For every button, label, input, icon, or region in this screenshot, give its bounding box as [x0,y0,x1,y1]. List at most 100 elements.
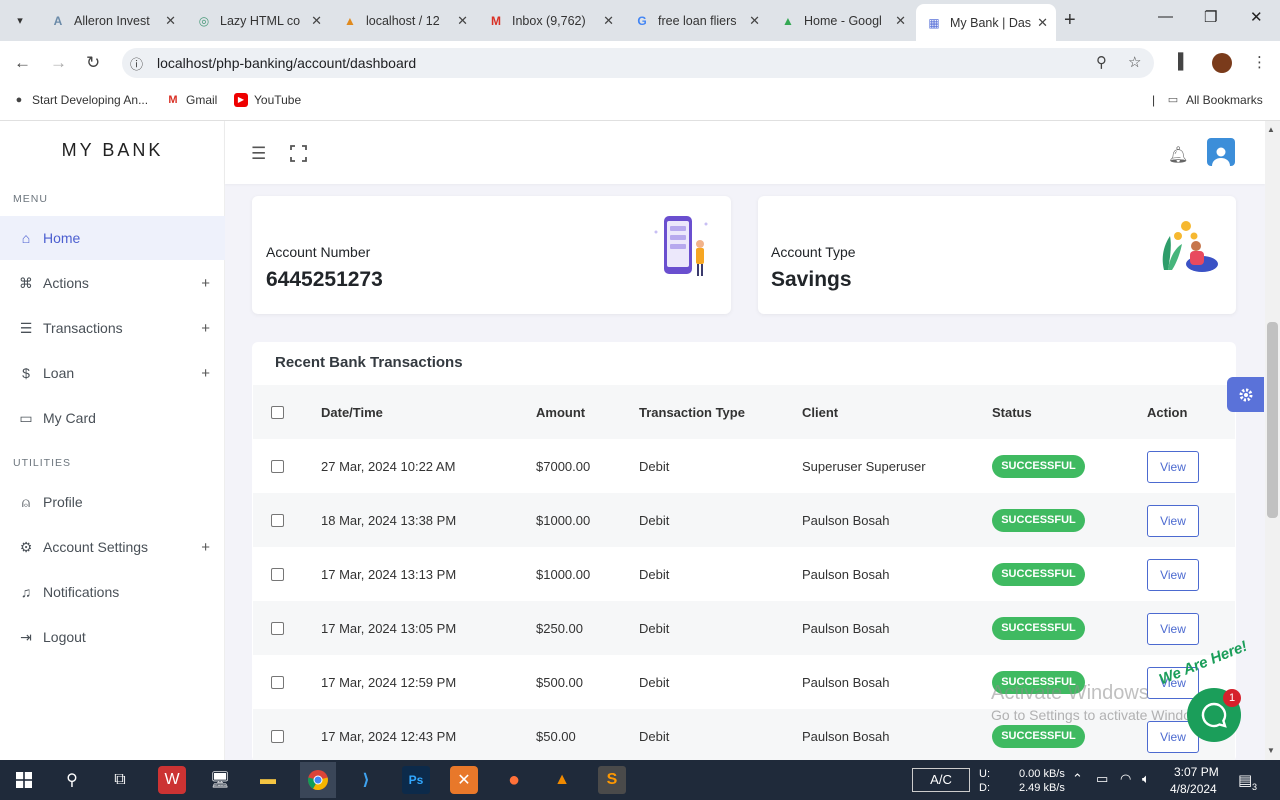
clock-time[interactable]: 3:07 PM [1174,765,1219,779]
notification-bell-icon[interactable]: 🔔︎ [1168,145,1188,165]
hamburger-menu-icon[interactable]: ☰ [251,144,266,164]
sidebar-item-home[interactable]: ⌂ Home [0,216,225,260]
vlc-icon[interactable]: ▲ [548,766,576,794]
header-type[interactable]: Transaction Type [639,405,745,420]
expand-plus-icon[interactable]: + [201,320,210,337]
show-hidden-icons-icon[interactable]: ⌃ [1072,771,1083,787]
side-panel-icon[interactable]: ▌ [1178,53,1189,70]
scroll-up-icon[interactable]: ▲ [1267,125,1275,134]
close-tab-icon[interactable]: ✕ [1037,15,1048,31]
sidebar-item-account-settings[interactable]: ⚙ Account Settings + [0,525,225,569]
firefox-icon[interactable]: ● [500,766,528,794]
file-explorer-icon[interactable]: ▬ [254,766,282,794]
vscode-icon[interactable]: ⟩ [352,766,380,794]
browser-tab-active[interactable]: ▦ My Bank | Das ✕ [916,4,1056,41]
tab-favicon-icon: ▲ [782,14,794,28]
row-date: 17 Mar, 2024 13:13 PM [321,567,457,582]
row-checkbox[interactable] [271,622,284,635]
reload-icon[interactable]: ↻ [86,53,100,73]
computer-icon[interactable]: 🖥︎ [206,766,234,794]
sidebar-item-logout[interactable]: ⇥ Logout [0,615,225,659]
row-checkbox[interactable] [271,676,284,689]
bookmark-item[interactable]: ▶ YouTube [234,93,301,107]
header-date[interactable]: Date/Time [321,405,383,420]
sidebar-item-my-card[interactable]: ▭ My Card [0,396,225,440]
net-download-speed: 2.49 kB/s [1019,782,1065,794]
header-amount[interactable]: Amount [536,405,585,420]
expand-plus-icon[interactable]: + [201,539,210,556]
sidebar-item-transactions[interactable]: ☰ Transactions + [0,306,225,350]
header-action[interactable]: Action [1147,405,1187,420]
new-tab-icon[interactable]: + [1064,9,1076,32]
browser-tab[interactable]: ▲ localhost / 12 ✕ [332,6,476,36]
sidebar-item-notifications[interactable]: ♫ Notifications [0,570,225,614]
photoshop-icon[interactable]: Ps [402,766,430,794]
url-text[interactable]: localhost/php-banking/account/dashboard [157,55,416,71]
expand-plus-icon[interactable]: + [201,365,210,382]
sidebar-item-profile[interactable]: ⍝ Profile [0,480,225,524]
browser-tab[interactable]: A Alleron Invest ✕ [40,6,184,36]
taskbar-search-icon[interactable]: ⚲ [58,766,86,794]
zoom-icon[interactable]: ⚲ [1096,53,1107,71]
back-icon[interactable]: ← [14,53,31,73]
scroll-down-icon[interactable]: ▼ [1267,746,1275,755]
site-info-icon[interactable]: ⓘ [130,54,143,73]
close-tab-icon[interactable]: ✕ [165,13,176,29]
bookmark-item[interactable]: M Gmail [166,93,217,107]
theme-settings-button[interactable] [1227,377,1264,412]
sidebar-item-actions[interactable]: ⌘ Actions + [0,261,225,305]
browser-tab[interactable]: G free loan fliers ✕ [624,6,768,36]
close-tab-icon[interactable]: ✕ [895,13,906,29]
row-checkbox[interactable] [271,514,284,527]
bookmark-star-icon[interactable]: ☆ [1128,53,1141,71]
bookmark-item[interactable]: ● Start Developing An... [12,93,148,107]
clock-date[interactable]: 4/8/2024 [1170,782,1217,796]
volume-icon[interactable]: 🔈︎ [1142,771,1150,787]
browser-tab[interactable]: M Inbox (9,762) ✕ [478,6,622,36]
select-all-checkbox[interactable] [271,406,284,419]
view-button[interactable]: View [1147,559,1199,591]
all-bookmarks[interactable]: ▭ All Bookmarks [1166,93,1263,107]
browser-tab[interactable]: ◎ Lazy HTML co ✕ [186,6,330,36]
header-client[interactable]: Client [802,405,838,420]
view-button[interactable]: View [1147,505,1199,537]
user-avatar-button[interactable] [1207,138,1235,166]
sidebar-item-loan[interactable]: $ Loan + [0,351,225,395]
close-tab-icon[interactable]: ✕ [603,13,614,29]
view-button[interactable]: View [1147,613,1199,645]
browser-tab[interactable]: ▲ Home - Googl ✕ [770,6,914,36]
close-tab-icon[interactable]: ✕ [749,13,760,29]
wifi-icon[interactable]: ◠ [1120,771,1131,787]
row-checkbox[interactable] [271,460,284,473]
sublime-text-icon[interactable]: S [598,766,626,794]
user-icon [1212,147,1230,166]
close-tab-icon[interactable]: ✕ [457,13,468,29]
row-checkbox[interactable] [271,568,284,581]
ac-indicator[interactable]: A/C [912,768,970,792]
browser-menu-icon[interactable]: ⋮ [1252,53,1267,71]
net-upload-speed: 0.00 kB/s [1019,768,1065,780]
maximize-icon[interactable]: ❐ [1204,8,1217,26]
forward-icon[interactable]: → [50,53,67,73]
task-view-icon[interactable]: ⧉ [106,766,134,794]
battery-icon[interactable]: ▭ [1096,771,1108,787]
row-checkbox[interactable] [271,730,284,743]
view-button[interactable]: View [1147,451,1199,483]
wps-office-icon[interactable]: W [158,766,186,794]
user-icon: ⍝ [21,493,31,510]
tab-search-dropdown-icon[interactable]: ▾ [8,8,32,32]
close-tab-icon[interactable]: ✕ [311,13,322,29]
command-icon: ⌘ [19,274,33,291]
header-status[interactable]: Status [992,405,1032,420]
scrollbar-thumb[interactable] [1267,322,1278,518]
expand-plus-icon[interactable]: + [201,275,210,292]
brand-logo[interactable]: MY BANK [0,140,225,161]
xampp-icon[interactable]: ✕ [450,766,478,794]
minimize-icon[interactable]: — [1158,8,1173,25]
close-window-icon[interactable]: ✕ [1250,8,1263,26]
profile-avatar[interactable] [1212,53,1232,73]
chrome-taskbar-icon[interactable] [300,762,336,798]
notification-center-icon[interactable]: ▤ [1238,771,1252,789]
fullscreen-icon[interactable] [290,145,307,162]
windows-start-icon[interactable] [10,766,38,794]
